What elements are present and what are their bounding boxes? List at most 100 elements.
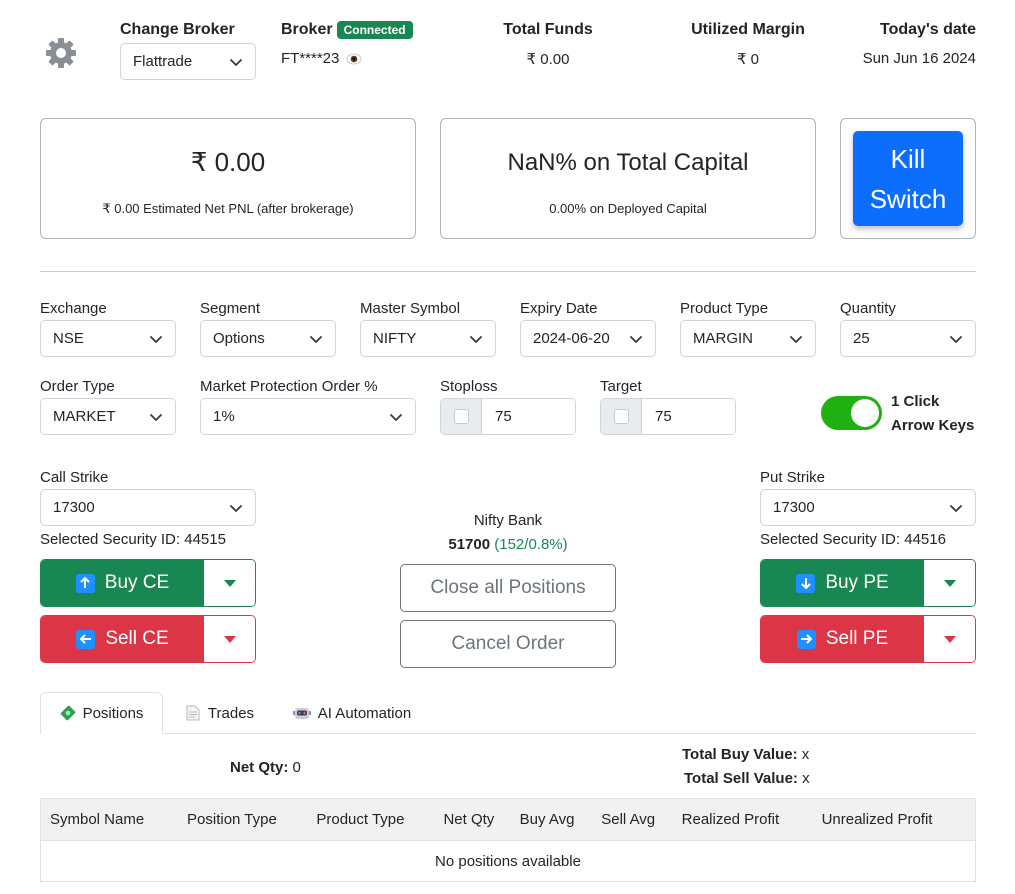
connected-badge: Connected bbox=[336, 21, 413, 39]
column-header[interactable]: Unrealized Profit bbox=[816, 798, 976, 841]
stoploss-group: 75 bbox=[440, 398, 576, 435]
sell-pe-group: Sell PE bbox=[760, 615, 976, 663]
quantity-select[interactable]: 25 bbox=[840, 320, 976, 357]
buy-pe-label: Buy PE bbox=[825, 572, 889, 593]
quantity-label: Quantity bbox=[840, 300, 896, 317]
robot-icon bbox=[292, 705, 311, 721]
kill-switch-line1: Kill bbox=[890, 144, 926, 174]
caret-down-icon bbox=[943, 631, 956, 648]
chevron-down-icon bbox=[789, 332, 803, 346]
net-qty-value: 0 bbox=[292, 759, 301, 776]
one-click-label-line2: Arrow Keys bbox=[891, 417, 975, 434]
column-header[interactable]: Realized Profit bbox=[676, 798, 817, 841]
cancel-order-button[interactable]: Cancel Order bbox=[400, 620, 616, 668]
quantity-select-value: 25 bbox=[853, 330, 870, 347]
settings-icon[interactable] bbox=[44, 36, 78, 70]
tab-positions-label: Positions bbox=[82, 704, 144, 722]
tab-ai-automation[interactable]: AI Automation bbox=[276, 692, 428, 734]
target-group: 75 bbox=[600, 398, 736, 435]
one-click-label-line1: 1 Click bbox=[891, 393, 940, 410]
total-buy-value: Total Buy Value: x bbox=[682, 746, 809, 763]
call-security-id: Selected Security ID: 44515 bbox=[40, 531, 226, 548]
total-sell-value-text: x bbox=[802, 770, 810, 787]
sell-ce-dropdown[interactable] bbox=[204, 616, 255, 662]
buy-ce-dropdown[interactable] bbox=[204, 560, 255, 606]
tab-trades-label: Trades bbox=[207, 704, 255, 722]
put-strike-label: Put Strike bbox=[760, 469, 826, 486]
tab-ai-automation-label: AI Automation bbox=[317, 704, 412, 722]
exchange-select[interactable]: NSE bbox=[40, 320, 176, 357]
buy-pe-button[interactable]: Buy PE bbox=[761, 560, 924, 606]
order-type-select[interactable]: MARKET bbox=[40, 398, 176, 435]
expiry-date-select[interactable]: 2024-06-20 bbox=[520, 320, 656, 357]
buy-ce-label: Buy CE bbox=[104, 572, 170, 593]
stoploss-input[interactable]: 75 bbox=[482, 399, 575, 434]
index-change: (152/0.8%) bbox=[494, 536, 568, 553]
chevron-down-icon bbox=[949, 501, 963, 515]
document-icon bbox=[186, 705, 200, 721]
stoploss-checkbox[interactable] bbox=[453, 409, 469, 424]
tab-positions[interactable]: Positions bbox=[40, 692, 163, 734]
close-all-positions-button[interactable]: Close all Positions bbox=[400, 564, 616, 612]
net-qty-label: Net Qty: bbox=[230, 759, 289, 776]
kill-switch-card: Kill Switch bbox=[840, 118, 976, 239]
stoploss-label: Stoploss bbox=[440, 378, 498, 395]
broker-label: Broker bbox=[281, 21, 333, 38]
kill-switch-line2: Switch bbox=[869, 184, 947, 214]
column-header[interactable]: Sell Avg bbox=[596, 798, 677, 841]
broker-select[interactable]: Flattrade bbox=[120, 43, 256, 80]
capital-subtitle: 0.00% on Deployed Capital bbox=[549, 201, 707, 216]
product-type-select[interactable]: MARGIN bbox=[680, 320, 816, 357]
put-security-id: Selected Security ID: 44516 bbox=[760, 531, 946, 548]
kill-switch-button[interactable]: Kill Switch bbox=[853, 131, 963, 226]
total-sell-value: Total Sell Value: x bbox=[684, 770, 810, 787]
sell-pe-button[interactable]: Sell PE bbox=[761, 616, 924, 662]
master-symbol-select-value: NIFTY bbox=[373, 330, 417, 347]
call-strike-select[interactable]: 17300 bbox=[40, 489, 256, 526]
sell-pe-label: Sell PE bbox=[825, 628, 889, 649]
segment-label: Segment bbox=[200, 300, 261, 317]
segment-select[interactable]: Options bbox=[200, 320, 336, 357]
expiry-date-select-value: 2024-06-20 bbox=[533, 330, 610, 347]
put-strike-select-value: 17300 bbox=[773, 499, 815, 516]
tab-trades[interactable]: Trades bbox=[170, 692, 270, 734]
broker-select-value: Flattrade bbox=[133, 53, 193, 70]
market-protection-select-value: 1% bbox=[213, 408, 235, 425]
chevron-down-icon bbox=[629, 332, 643, 346]
exchange-select-value: NSE bbox=[53, 330, 84, 347]
sell-ce-button[interactable]: Sell CE bbox=[41, 616, 204, 662]
column-header[interactable]: Net Qty bbox=[438, 798, 515, 841]
column-header[interactable]: Product Type bbox=[311, 798, 439, 841]
buy-pe-group: Buy PE bbox=[760, 559, 976, 607]
product-type-select-value: MARGIN bbox=[693, 330, 753, 347]
caret-down-icon bbox=[223, 575, 236, 592]
column-header[interactable]: Position Type bbox=[182, 798, 312, 841]
arrow-right-key-icon bbox=[796, 629, 816, 649]
eye-icon[interactable] bbox=[346, 53, 362, 65]
column-header[interactable]: Buy Avg bbox=[514, 798, 597, 841]
one-click-toggle[interactable] bbox=[821, 396, 882, 430]
pnl-subtitle: ₹ 0.00 Estimated Net PNL (after brokerag… bbox=[102, 201, 354, 216]
master-symbol-select[interactable]: NIFTY bbox=[360, 320, 496, 357]
column-header[interactable]: Symbol Name bbox=[40, 798, 183, 841]
sell-pe-dropdown[interactable] bbox=[924, 616, 975, 662]
buy-ce-button[interactable]: Buy CE bbox=[41, 560, 204, 606]
order-type-select-value: MARKET bbox=[53, 408, 116, 425]
buy-ce-group: Buy CE bbox=[40, 559, 256, 607]
chevron-down-icon bbox=[469, 332, 483, 346]
buy-pe-dropdown[interactable] bbox=[924, 560, 975, 606]
market-protection-select[interactable]: 1% bbox=[200, 398, 416, 435]
table-empty-row: No positions available bbox=[40, 840, 976, 882]
net-qty: Net Qty: 0 bbox=[230, 759, 301, 776]
pnl-card: ₹ 0.00 ₹ 0.00 Estimated Net PNL (after b… bbox=[40, 118, 416, 239]
put-strike-select[interactable]: 17300 bbox=[760, 489, 976, 526]
call-strike-label: Call Strike bbox=[40, 469, 109, 486]
target-checkbox[interactable] bbox=[613, 409, 629, 424]
target-input[interactable]: 75 bbox=[642, 399, 735, 434]
call-strike-select-value: 17300 bbox=[53, 499, 95, 516]
index-name: Nifty Bank bbox=[473, 512, 543, 529]
chevron-down-icon bbox=[149, 410, 163, 424]
sell-ce-group: Sell CE bbox=[40, 615, 256, 663]
capital-card: NaN% on Total Capital 0.00% on Deployed … bbox=[440, 118, 816, 239]
toggle-knob bbox=[851, 399, 879, 427]
